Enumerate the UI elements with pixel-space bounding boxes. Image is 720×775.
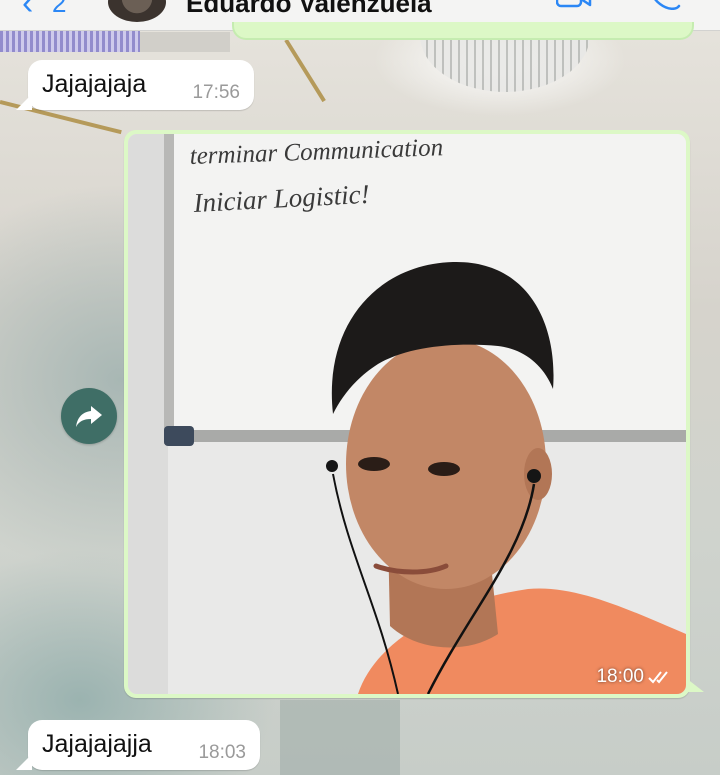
message-bubble-incoming[interactable]: Jajajajajja 18:03 — [16, 720, 260, 770]
forward-button[interactable] — [61, 388, 117, 444]
previous-outgoing-bubble — [232, 22, 694, 40]
message-bubble-outgoing-image[interactable]: terminar Communication Iniciar Logistic!… — [124, 130, 704, 698]
chevron-left-icon[interactable]: ‹ — [22, 0, 33, 20]
message-time: 18:00 — [596, 666, 644, 687]
message-text: Jajajajaja — [42, 70, 147, 98]
wallpaper-ceiling-panel — [140, 32, 230, 52]
message-time: 17:56 — [192, 82, 240, 103]
forward-arrow-icon — [76, 406, 102, 427]
wallpaper-led-strip — [0, 30, 140, 52]
video-camera-icon[interactable] — [556, 0, 592, 8]
message-time: 18:03 — [198, 742, 246, 763]
message-time-overlay: 18:00 — [596, 666, 674, 688]
message-bubble-incoming[interactable]: Jajajajaja 17:56 — [16, 60, 254, 110]
message-text: Jajajajajja — [42, 730, 152, 758]
unread-count[interactable]: 2 — [52, 0, 66, 19]
contact-name[interactable]: Eduardo Valenzuela — [186, 0, 432, 19]
message-photo[interactable]: terminar Communication Iniciar Logistic!… — [128, 134, 686, 694]
wallpaper-shadow — [280, 700, 400, 775]
double-check-icon — [648, 671, 668, 684]
phone-icon[interactable] — [648, 0, 682, 10]
avatar[interactable] — [108, 0, 166, 22]
